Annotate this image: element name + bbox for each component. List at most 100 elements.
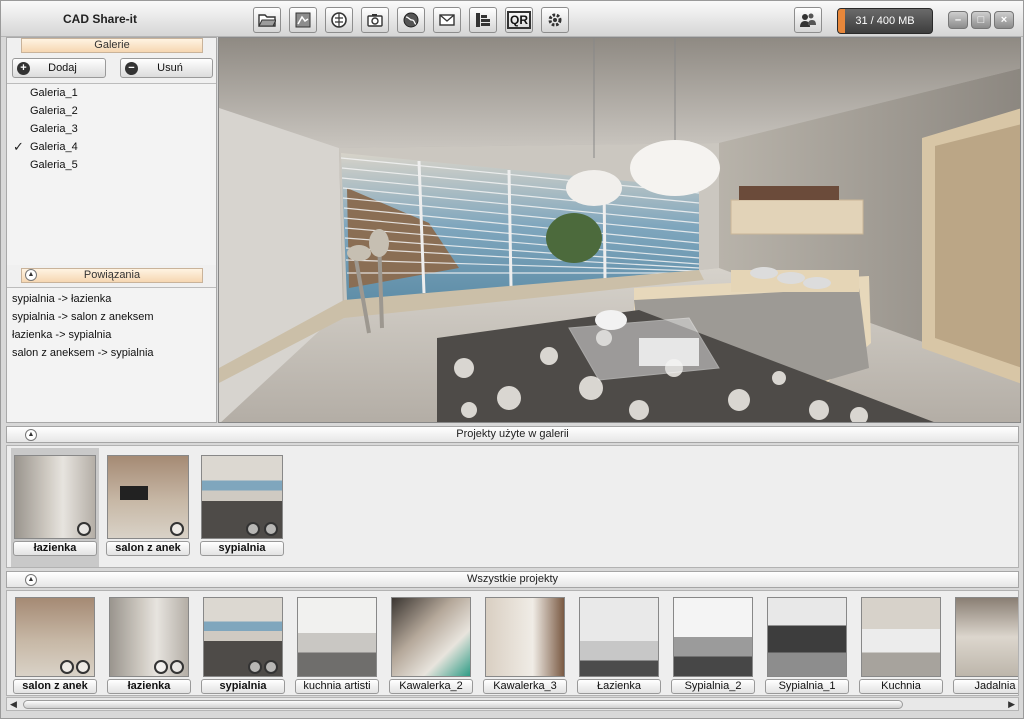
gallery-item-selected[interactable]: ✓ Galeria_4: [7, 138, 216, 156]
gallery-item[interactable]: Galeria_5: [7, 156, 216, 174]
project-tile[interactable]: Sypialnia_1: [763, 597, 851, 694]
scroll-left-icon[interactable]: ◀: [10, 699, 17, 710]
relation-item[interactable]: sypialnia -> łazienka: [7, 290, 216, 308]
left-panel: Galerie + Dodaj − Usuń Galeria_1 Galeria…: [6, 37, 217, 423]
project-caption: Kawalerka_3: [483, 679, 567, 694]
project-tile[interactable]: Sypialnia_2: [669, 597, 757, 694]
horizontal-scrollbar[interactable]: ◀ ▶: [6, 697, 1019, 711]
relation-item[interactable]: sypialnia -> salon z aneksem: [7, 308, 216, 326]
rotate-icon[interactable]: [60, 660, 74, 674]
zoom-icon[interactable]: [246, 522, 260, 536]
main-toolbar: QR: [253, 7, 569, 33]
title-bar: CAD Share-it QR 31 / 400 MB – □ ×: [1, 1, 1023, 37]
collapse-icon[interactable]: ▲: [25, 574, 37, 586]
zoom-icon[interactable]: [264, 660, 278, 674]
project-tile[interactable]: sypialnia: [199, 597, 287, 694]
project-caption: Łazienka: [577, 679, 661, 694]
close-button[interactable]: ×: [994, 11, 1014, 29]
add-gallery-button[interactable]: + Dodaj: [12, 58, 106, 78]
relations-list: sypialnia -> łazienka sypialnia -> salon…: [7, 287, 216, 422]
project-thumbnail: [201, 455, 283, 539]
used-projects-header-label: Projekty użyte w galerii: [456, 428, 569, 440]
project-caption: Kuchnia: [859, 679, 943, 694]
app-window: CAD Share-it QR 31 / 400 MB – □ × Galeri…: [0, 0, 1024, 719]
bedroom-render: [219, 38, 1020, 422]
used-project-tile[interactable]: salon z anek: [104, 448, 192, 567]
rotate-icon[interactable]: [154, 660, 168, 674]
camera-icon[interactable]: [361, 7, 389, 33]
maximize-button[interactable]: □: [971, 11, 991, 29]
project-caption: salon z anek: [106, 541, 190, 556]
scrollbar-thumb[interactable]: [23, 700, 903, 709]
used-projects-header[interactable]: ▲ Projekty użyte w galerii: [6, 426, 1019, 443]
gallery-item-label: Galeria_1: [30, 87, 78, 99]
zoom-icon[interactable]: [76, 660, 90, 674]
gallery-item[interactable]: Galeria_1: [7, 84, 216, 102]
gear-icon[interactable]: [541, 7, 569, 33]
project-caption: Sypialnia_2: [671, 679, 755, 694]
project-thumbnail: [391, 597, 471, 677]
gallery-list: Galeria_1 Galeria_2 Galeria_3 ✓ Galeria_4…: [7, 83, 216, 265]
relation-item[interactable]: łazienka -> sypialnia: [7, 326, 216, 344]
used-project-tile[interactable]: sypialnia: [198, 448, 286, 567]
target-icon[interactable]: [264, 522, 278, 536]
checkmark-icon: ✓: [13, 139, 24, 154]
minus-icon: −: [125, 61, 138, 75]
gallery-item[interactable]: Galeria_2: [7, 102, 216, 120]
project-thumbnail: [15, 597, 95, 677]
project-tile[interactable]: Łazienka: [575, 597, 663, 694]
panorama-viewer[interactable]: [218, 37, 1021, 423]
minimize-button[interactable]: –: [948, 11, 968, 29]
rotate-icon[interactable]: [170, 522, 184, 536]
drawing-icon[interactable]: [289, 7, 317, 33]
globe-icon[interactable]: [397, 7, 425, 33]
gallery-item[interactable]: Galeria_3: [7, 120, 216, 138]
folder-open-icon[interactable]: [253, 7, 281, 33]
organizer-icon[interactable]: [469, 7, 497, 33]
project-caption: Jadalnia: [953, 679, 1018, 694]
relation-item[interactable]: salon z aneksem -> sypialnia: [7, 344, 216, 362]
project-thumbnail: [485, 597, 565, 677]
project-tile[interactable]: Kawalerka_3: [481, 597, 569, 694]
world-pin-icon[interactable]: [325, 7, 353, 33]
project-caption: sypialnia: [200, 541, 284, 556]
project-caption: kuchnia artisti: [295, 679, 379, 694]
used-project-tile[interactable]: łazienka: [11, 448, 99, 567]
plus-icon: +: [17, 61, 30, 75]
project-thumbnail: [955, 597, 1018, 677]
all-projects-header[interactable]: ▲ Wszystkie projekty: [6, 571, 1019, 588]
app-title: CAD Share-it: [63, 12, 138, 26]
scroll-right-icon[interactable]: ▶: [1008, 699, 1015, 710]
project-thumbnail: [861, 597, 941, 677]
project-thumbnail: [109, 597, 189, 677]
search-icon[interactable]: [248, 660, 262, 674]
collapse-icon[interactable]: ▲: [25, 429, 37, 441]
project-tile[interactable]: Jadalnia: [951, 597, 1018, 694]
project-tile[interactable]: kuchnia artisti: [293, 597, 381, 694]
users-icon[interactable]: [794, 7, 822, 33]
mail-icon[interactable]: [433, 7, 461, 33]
project-caption: Kawalerka_2: [389, 679, 473, 694]
qr-icon[interactable]: QR: [505, 7, 533, 33]
project-thumbnail: [107, 455, 189, 539]
gallery-item-label: Galeria_2: [30, 105, 78, 117]
storage-text: 31 / 400 MB: [855, 15, 915, 27]
storage-fill: [838, 9, 845, 33]
project-thumbnail: [14, 455, 96, 539]
project-tile[interactable]: łazienka: [105, 597, 193, 694]
rotate-icon[interactable]: [77, 522, 91, 536]
collapse-icon[interactable]: ▲: [25, 269, 37, 281]
project-tile[interactable]: Kuchnia: [857, 597, 945, 694]
project-caption: Sypialnia_1: [765, 679, 849, 694]
project-caption: łazienka: [13, 541, 97, 556]
zoom-icon[interactable]: [170, 660, 184, 674]
project-tile[interactable]: Kawalerka_2: [387, 597, 475, 694]
project-tile[interactable]: salon z anek: [11, 597, 99, 694]
project-caption: łazienka: [107, 679, 191, 694]
project-caption: salon z anek: [13, 679, 97, 694]
project-thumbnail: [767, 597, 847, 677]
remove-gallery-button[interactable]: − Usuń: [120, 58, 213, 78]
relations-header[interactable]: ▲ Powiązania: [21, 268, 203, 283]
project-thumbnail: [673, 597, 753, 677]
artwork-shape: [120, 486, 148, 500]
